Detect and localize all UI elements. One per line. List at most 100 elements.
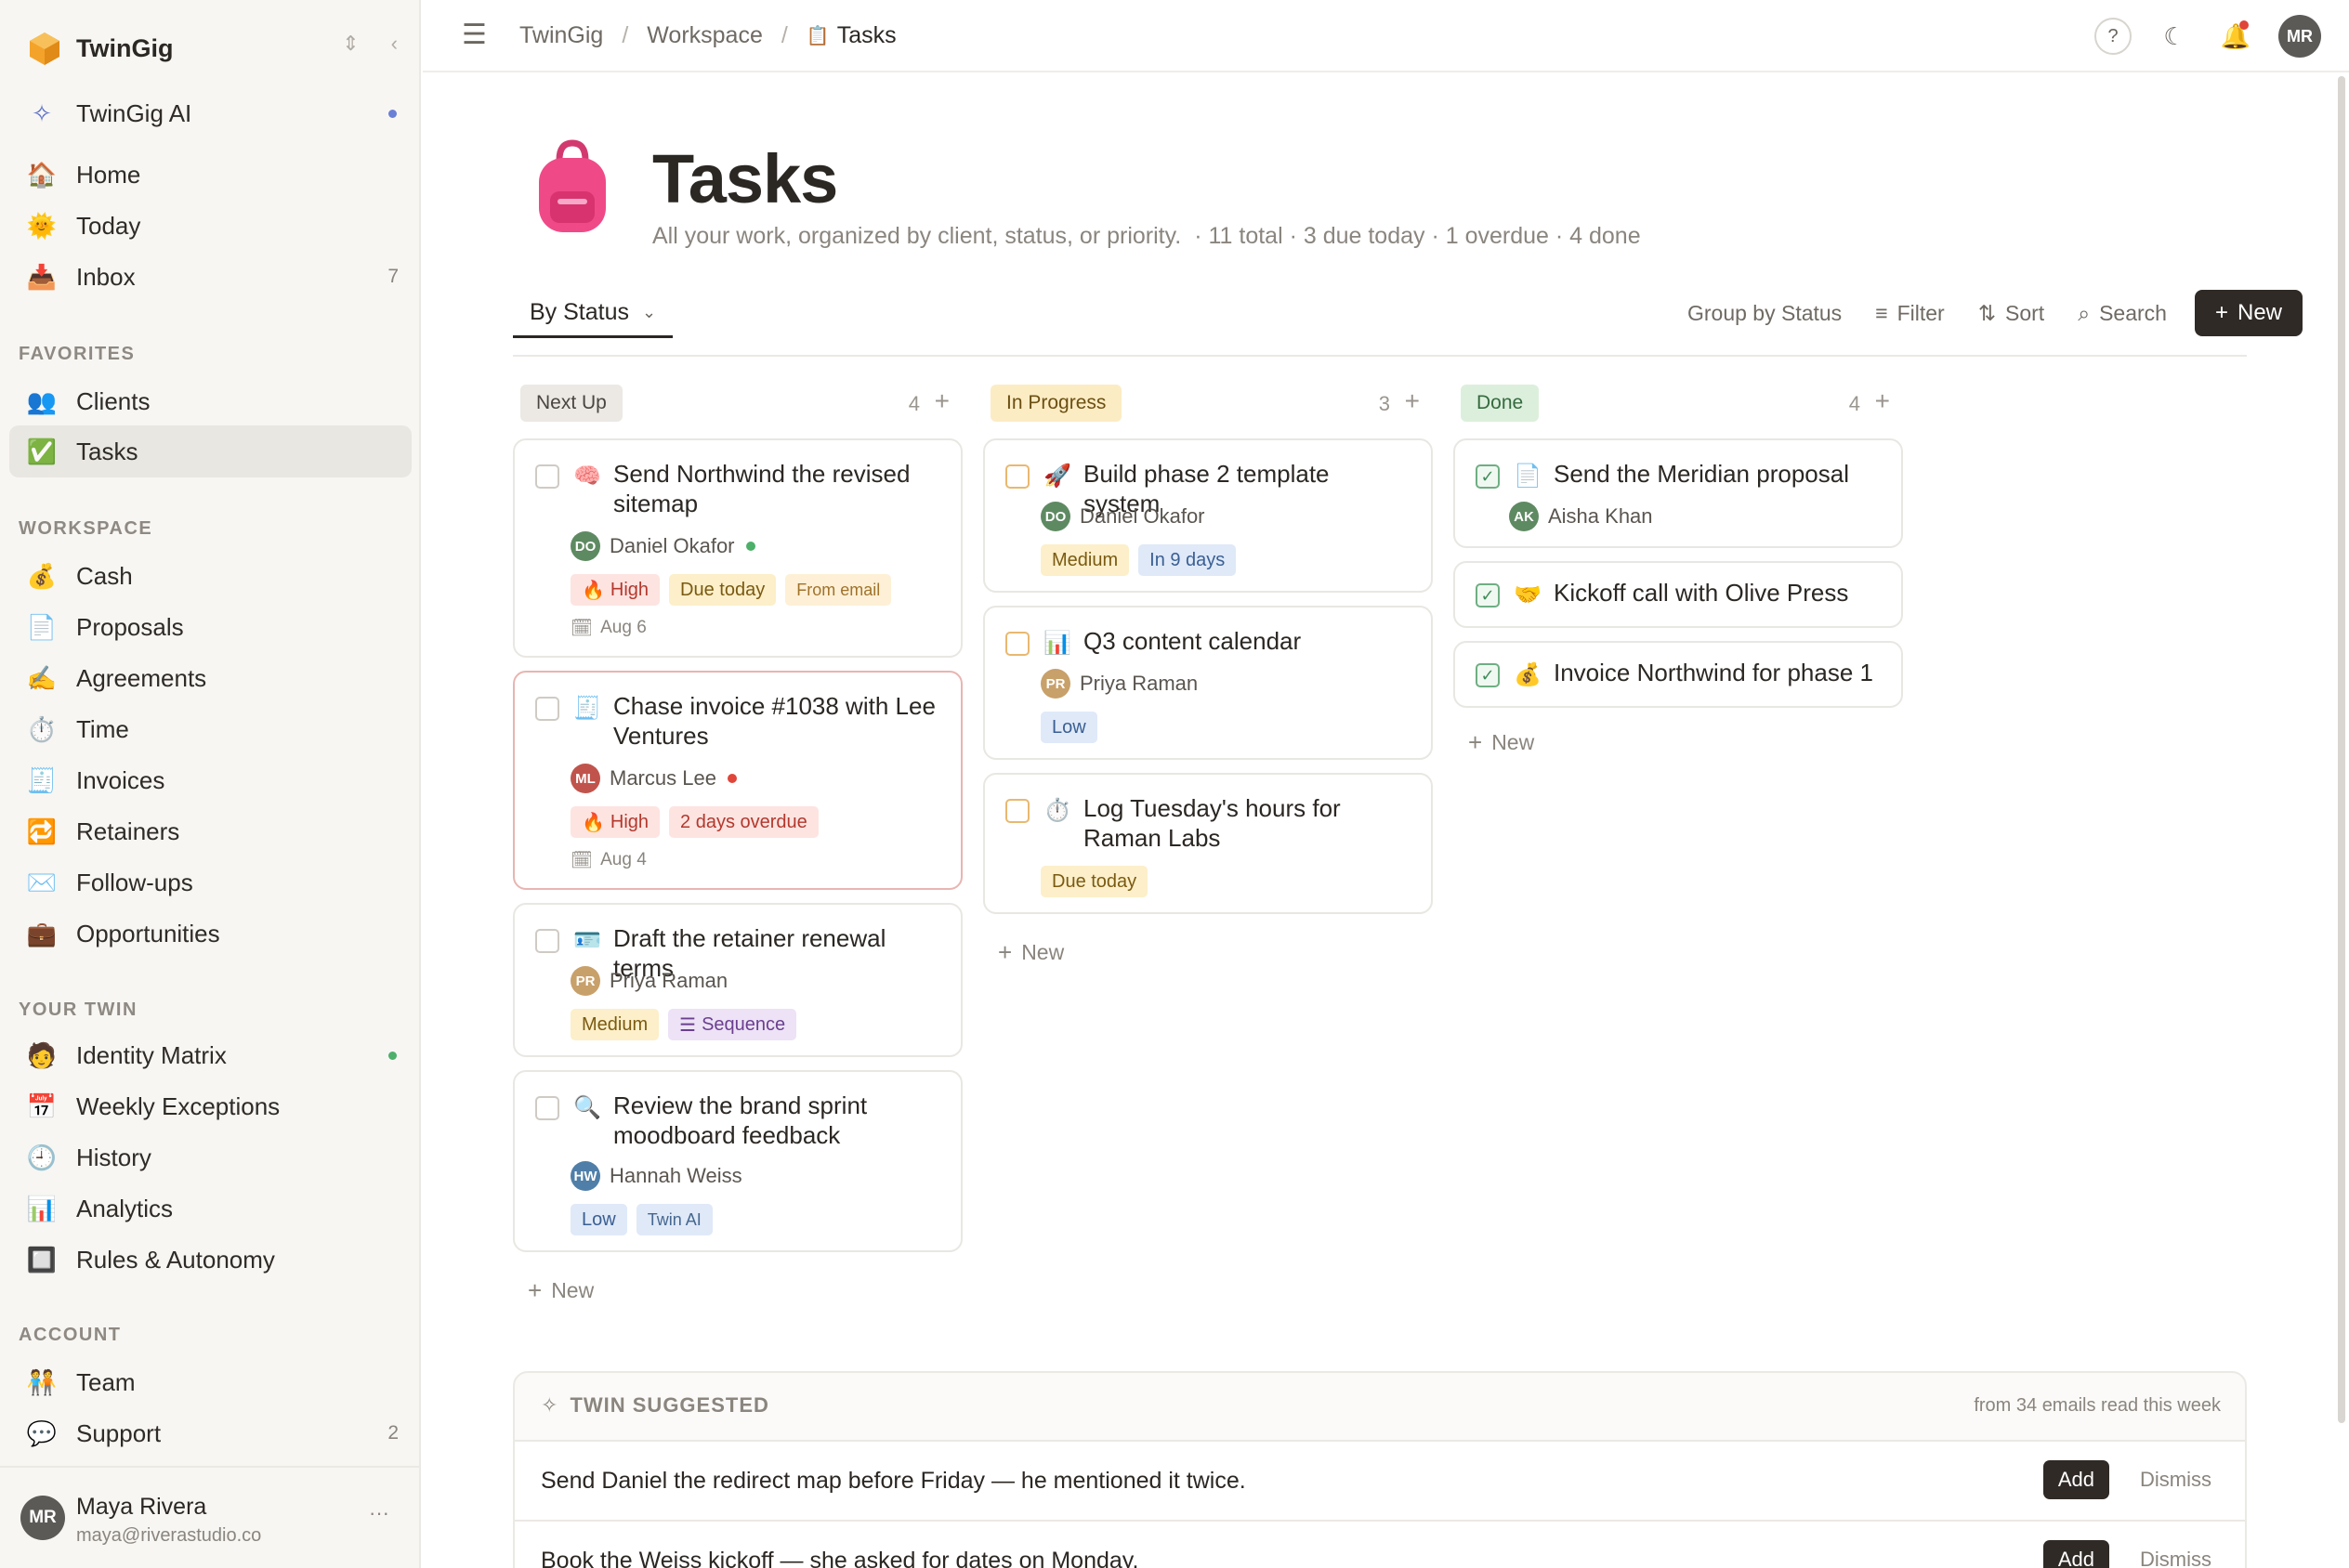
sequence-tag: ☰ Sequence bbox=[668, 1009, 797, 1040]
task-title: Log Tuesday's hours for Raman Labs bbox=[1083, 794, 1341, 852]
sort-button[interactable]: ⇅ Sort bbox=[1978, 301, 2044, 326]
task-checkbox[interactable] bbox=[535, 697, 559, 721]
view-selector[interactable]: By Status ⌄ bbox=[513, 290, 674, 338]
avatar: PR bbox=[571, 966, 600, 996]
add-new-task[interactable]: + New bbox=[1468, 728, 1534, 757]
sidebar-item-follow-ups[interactable]: ✉️ Follow-ups bbox=[9, 856, 412, 908]
help-icon[interactable]: ? bbox=[2094, 18, 2132, 55]
menu-icon[interactable]: ☰ bbox=[462, 19, 487, 51]
column-header: Next Up 4 + bbox=[513, 385, 963, 424]
sidebar-item-identity-matrix[interactable]: 🧑 Identity Matrix bbox=[9, 1029, 412, 1081]
search-button[interactable]: ⌕ Search bbox=[2078, 301, 2167, 326]
twin-suggested-panel: ✧ TWIN SUGGESTED from 34 emails read this… bbox=[513, 1371, 2247, 1568]
sidebar-item-rules-autonomy[interactable]: 🔲 Rules & Autonomy bbox=[9, 1234, 412, 1286]
sidebar-item-clients[interactable]: 👥 Clients bbox=[9, 375, 412, 427]
fire-icon: 🔥 bbox=[582, 812, 605, 833]
scrollbar[interactable] bbox=[2338, 76, 2345, 1423]
task-checkbox-checked[interactable]: ✓ bbox=[1476, 663, 1500, 687]
sidebar-item-twingig-ai[interactable]: ✧ TwinGig AI bbox=[9, 87, 412, 139]
sidebar-item-analytics[interactable]: 📊 Analytics bbox=[9, 1183, 412, 1235]
user-profile[interactable]: MR Maya Rivera maya@riverastudio.co ··· bbox=[0, 1466, 421, 1568]
task-checkbox[interactable] bbox=[535, 1096, 559, 1120]
priority-tag: Low bbox=[571, 1204, 627, 1235]
dismiss-suggestion-button[interactable]: Dismiss bbox=[2140, 1548, 2211, 1568]
sidebar-item-invoices[interactable]: 🧾 Invoices bbox=[9, 754, 412, 806]
task-card[interactable]: ✓ 💰 Invoice Northwind for phase 1 bbox=[1453, 641, 1903, 708]
sidebar-item-proposals[interactable]: 📄 Proposals bbox=[9, 601, 412, 653]
task-card[interactable]: 🪪 Draft the retainer renewal terms PR Pr… bbox=[513, 903, 963, 1057]
sidebar-item-opportunities[interactable]: 💼 Opportunities bbox=[9, 908, 412, 960]
receipt-icon: 🧾 bbox=[26, 765, 58, 794]
plus-icon: + bbox=[528, 1276, 543, 1304]
sparkle-icon: ✧ bbox=[541, 1393, 559, 1417]
search-icon: ⌕ bbox=[2078, 300, 2091, 325]
task-checkbox[interactable] bbox=[1005, 464, 1030, 489]
add-new-task[interactable]: + New bbox=[528, 1276, 594, 1305]
sidebar-item-agreements[interactable]: ✍️ Agreements bbox=[9, 652, 412, 704]
sidebar-item-home[interactable]: 🏠 Home bbox=[9, 149, 412, 201]
sidebar-item-today[interactable]: 🌞 Today bbox=[9, 200, 412, 252]
suggestion-row: Book the Weiss kickoff — she asked for d… bbox=[515, 1522, 2245, 1568]
sidebar-item-history[interactable]: 🕘 History bbox=[9, 1131, 412, 1183]
sidebar-item-support[interactable]: 💬 Support 2 bbox=[9, 1407, 412, 1459]
bell-icon[interactable]: 🔔 bbox=[2217, 18, 2254, 55]
plus-icon[interactable]: + bbox=[935, 386, 950, 416]
sidebar-item-time[interactable]: ⏱️ Time bbox=[9, 703, 412, 755]
sidebar-item-inbox[interactable]: 📥 Inbox 7 bbox=[9, 251, 412, 303]
add-new-task[interactable]: + New bbox=[998, 938, 1064, 967]
user-email: maya@riverastudio.co bbox=[76, 1525, 262, 1546]
favorites-heading: FAVORITES bbox=[19, 344, 136, 364]
twin-suggested-title: TWIN SUGGESTED bbox=[570, 1393, 769, 1417]
add-suggestion-button[interactable]: Add bbox=[2042, 1540, 2109, 1568]
task-checkbox-checked[interactable]: ✓ bbox=[1476, 583, 1500, 608]
new-task-button[interactable]: + New bbox=[2194, 290, 2303, 336]
toolbar: Group by Status ≡ Filter ⇅ Sort ⌕ Search + N… bbox=[1687, 290, 2303, 336]
sidebar-item-team[interactable]: 🧑‍🤝‍🧑 Team bbox=[9, 1356, 412, 1408]
document-icon: 📄 bbox=[26, 612, 58, 641]
task-card[interactable]: 🔍 Review the brand sprint moodboard feed… bbox=[513, 1070, 963, 1252]
workspace-name: TwinGig bbox=[76, 33, 174, 62]
task-card[interactable]: ✓ 🤝 Kickoff call with Olive Press bbox=[1453, 561, 1903, 628]
sidebar-item-weekly-exceptions[interactable]: 📅 Weekly Exceptions bbox=[9, 1080, 412, 1132]
task-card[interactable]: 📊 Q3 content calendar PR Priya Raman Low bbox=[983, 606, 1433, 760]
sidebar-item-tasks[interactable]: ✅ Tasks bbox=[9, 425, 412, 477]
task-title: Review the brand sprint moodboard feedba… bbox=[613, 1091, 868, 1149]
sidebar-item-retainers[interactable]: 🔁 Retainers bbox=[9, 805, 412, 857]
priority-tag: Medium bbox=[1041, 544, 1130, 576]
add-suggestion-button[interactable]: Add bbox=[2042, 1460, 2109, 1499]
handshake-icon: 🤝 bbox=[1514, 581, 1542, 608]
avatar: ML bbox=[571, 764, 600, 793]
rocket-icon: 🚀 bbox=[1043, 463, 1071, 489]
filter-button[interactable]: ≡ Filter bbox=[1875, 301, 1945, 326]
task-checkbox[interactable] bbox=[1005, 799, 1030, 823]
brain-icon: 🧠 bbox=[573, 463, 601, 489]
chevron-updown-icon[interactable]: ⇕ bbox=[342, 32, 359, 56]
breadcrumb-workspace[interactable]: Workspace bbox=[647, 22, 763, 49]
task-checkbox-checked[interactable]: ✓ bbox=[1476, 464, 1500, 489]
collapse-sidebar-icon[interactable]: ‹ bbox=[391, 32, 398, 56]
task-card[interactable]: ⏱️ Log Tuesday's hours for Raman Labs Du… bbox=[983, 773, 1433, 914]
plus-icon[interactable]: + bbox=[1875, 386, 1890, 416]
unread-dot bbox=[388, 110, 397, 118]
more-icon[interactable]: ··· bbox=[369, 1501, 389, 1525]
tag-list: Medium In 9 days bbox=[1041, 544, 1237, 576]
sidebar-item-cash[interactable]: 💰 Cash bbox=[9, 550, 412, 602]
workspace-switcher[interactable]: TwinGig ⇕ ‹ bbox=[26, 26, 398, 71]
moon-icon[interactable]: ☾ bbox=[2156, 18, 2193, 55]
breadcrumb-twingig[interactable]: TwinGig bbox=[519, 22, 603, 49]
task-card[interactable]: ✓ 📄 Send the Meridian proposal AK Aisha … bbox=[1453, 438, 1903, 548]
document-icon: 📄 bbox=[1514, 463, 1542, 489]
task-card[interactable]: 🚀 Build phase 2 template system DO Danie… bbox=[983, 438, 1433, 593]
task-card[interactable]: 🧾 Chase invoice #1038 with Lee Ventures … bbox=[513, 671, 963, 890]
task-checkbox[interactable] bbox=[1005, 632, 1030, 656]
column-in-progress: In Progress 3 + 🚀 Build phase 2 template… bbox=[983, 385, 1433, 979]
avatar[interactable]: MR bbox=[2278, 15, 2321, 58]
plus-icon[interactable]: + bbox=[1405, 386, 1420, 416]
task-checkbox[interactable] bbox=[535, 464, 559, 489]
task-checkbox[interactable] bbox=[535, 929, 559, 953]
group-by-button[interactable]: Group by Status bbox=[1687, 301, 1842, 326]
task-card[interactable]: 🧠 Send Northwind the revised sitemap DO … bbox=[513, 438, 963, 658]
dismiss-suggestion-button[interactable]: Dismiss bbox=[2140, 1468, 2211, 1492]
support-count: 2 bbox=[387, 1422, 399, 1444]
fire-icon: 🔥 bbox=[582, 580, 605, 601]
